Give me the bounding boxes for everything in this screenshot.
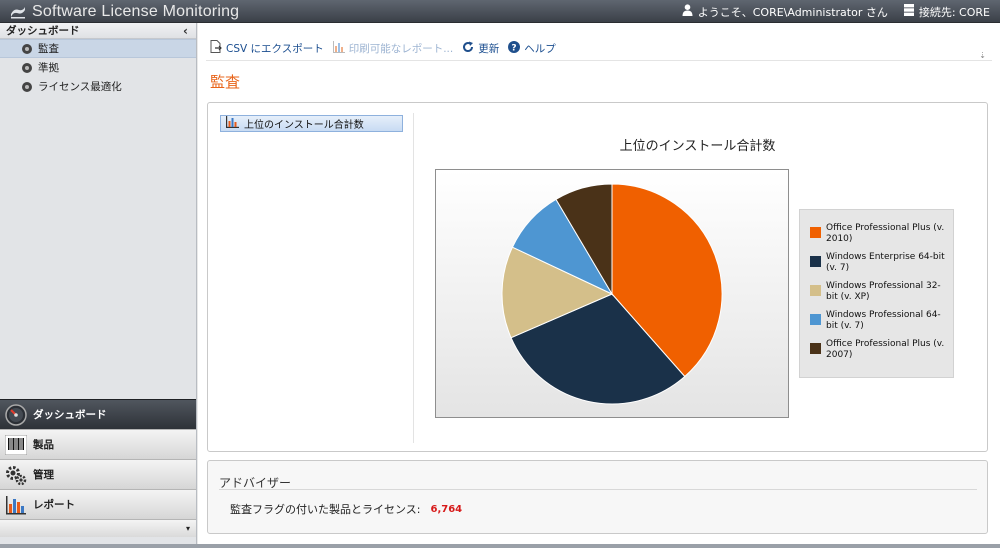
chart-title: 上位のインストール合計数 xyxy=(619,139,776,154)
advisor-value[interactable]: 6,764 xyxy=(431,504,463,515)
legend-swatch xyxy=(810,227,821,238)
module-products[interactable]: 製品 xyxy=(0,429,196,459)
status-bar xyxy=(0,544,1000,548)
gears-icon xyxy=(5,464,27,486)
legend-swatch xyxy=(810,285,821,296)
legend-item: Office Professional Plus (v. 2010) xyxy=(810,223,945,252)
connection-text: 接続先: CORE xyxy=(918,5,990,19)
module-switcher: ダッシュボード 製品 管理 レポート ▾ xyxy=(0,399,196,537)
legend-label: Office Professional Plus (v. 2010) xyxy=(826,223,945,244)
sidebar: ダッシュボード ‹ 監査 準拠 ライセンス最適化 ダッシュボード 製品 管理 レ… xyxy=(0,23,197,548)
chart-list-item[interactable]: 上位のインストール合計数 xyxy=(220,115,403,132)
export-csv-label: CSV にエクスポート xyxy=(226,42,324,55)
sidebar-item-label: 準拠 xyxy=(38,62,59,74)
refresh-label: 更新 xyxy=(478,42,500,55)
chart-panel-divider xyxy=(413,113,414,443)
printable-report-button[interactable]: 印刷可能なレポート... xyxy=(332,40,454,56)
export-document-icon xyxy=(210,40,222,56)
legend-swatch xyxy=(810,314,821,325)
nav-bullet-icon xyxy=(22,81,32,92)
main-content: CSV にエクスポート 印刷可能なレポート... 更新 ? ヘルプ ⇣ 監査 上… xyxy=(198,23,1000,544)
advisor-divider xyxy=(219,489,977,490)
bar-chart-icon xyxy=(5,494,27,516)
user-icon xyxy=(682,4,693,19)
report-chart-icon xyxy=(332,40,345,56)
legend-label: Office Professional Plus (v. 2007) xyxy=(826,339,945,360)
connection-info[interactable]: 接続先: CORE xyxy=(903,4,990,20)
modules-overflow[interactable]: ▾ xyxy=(0,519,196,537)
app-title: Software License Monitoring xyxy=(10,2,239,21)
sidebar-item-compliance[interactable]: 準拠 xyxy=(0,58,196,77)
legend-item: Windows Enterprise 64-bit (v. 7) xyxy=(810,252,945,281)
legend-item: Office Professional Plus (v. 2007) xyxy=(810,339,945,368)
welcome-text: ようこそ、CORE\Administrator さん xyxy=(697,5,888,19)
sidebar-item-license-optimization[interactable]: ライセンス最適化 xyxy=(0,77,196,96)
advisor-panel: アドバイザー 監査フラグの付いた製品とライセンス: 6,764 xyxy=(207,460,988,534)
help-button[interactable]: ? ヘルプ xyxy=(508,40,556,56)
nav-bullet-icon xyxy=(22,43,32,54)
legend-label: Windows Professional 32-bit (v. XP) xyxy=(826,281,941,302)
welcome-user[interactable]: ようこそ、CORE\Administrator さん xyxy=(682,4,888,20)
pie-chart xyxy=(501,183,723,405)
help-label: ヘルプ xyxy=(524,42,556,55)
sidebar-header: ダッシュボード ‹ xyxy=(0,23,196,39)
module-label: ダッシュボード xyxy=(33,409,107,421)
legend-item: Windows Professional 32-bit (v. XP) xyxy=(810,281,945,310)
module-reports[interactable]: レポート xyxy=(0,489,196,519)
printable-report-label: 印刷可能なレポート... xyxy=(348,42,454,55)
legend-swatch xyxy=(810,343,821,354)
refresh-icon xyxy=(462,41,474,56)
server-icon xyxy=(903,4,914,19)
export-csv-button[interactable]: CSV にエクスポート xyxy=(210,40,324,56)
chart-list: 上位のインストール合計数 xyxy=(220,115,403,132)
module-label: 製品 xyxy=(33,439,54,451)
top-bar: Software License Monitoring ようこそ、CORE\Ad… xyxy=(0,0,1000,23)
app-logo-icon xyxy=(10,5,26,19)
module-label: 管理 xyxy=(33,469,54,481)
legend-label: Windows Professional 64-bit (v. 7) xyxy=(826,310,941,331)
nav-bullet-icon xyxy=(22,62,32,73)
sidebar-item-label: 監査 xyxy=(38,43,59,55)
collapse-chevron-icon[interactable]: ‹ xyxy=(183,24,188,38)
refresh-button[interactable]: 更新 xyxy=(462,41,499,56)
svg-text:?: ? xyxy=(512,43,517,53)
app-title-text: Software License Monitoring xyxy=(32,2,240,20)
page-title: 監査 xyxy=(210,73,241,91)
advisor-label: 監査フラグの付いた製品とライセンス: xyxy=(230,503,421,516)
toolbar-scroll-icon[interactable]: ⇣ xyxy=(979,51,986,60)
module-label: レポート xyxy=(33,499,75,511)
chart-panel: 上位のインストール合計数 上位のインストール合計数 Office Profess… xyxy=(207,102,988,452)
toolbar-divider xyxy=(206,60,992,61)
sidebar-item-audit[interactable]: 監査 xyxy=(0,39,196,58)
chart-legend: Office Professional Plus (v. 2010) Window… xyxy=(799,209,954,378)
legend-item: Windows Professional 64-bit (v. 7) xyxy=(810,310,945,339)
sidebar-header-label: ダッシュボード xyxy=(6,25,80,37)
legend-label: Windows Enterprise 64-bit (v. 7) xyxy=(826,252,945,273)
gauge-icon xyxy=(5,403,27,426)
legend-swatch xyxy=(810,256,821,267)
barcode-icon xyxy=(5,434,27,456)
help-icon: ? xyxy=(508,40,521,56)
pie-chart-area xyxy=(435,169,789,418)
module-dashboard[interactable]: ダッシュボード xyxy=(0,399,196,429)
sidebar-item-label: ライセンス最適化 xyxy=(38,81,122,93)
overflow-caret-icon: ▾ xyxy=(185,524,190,533)
chart-list-item-label: 上位のインストール合計数 xyxy=(244,120,364,131)
bar-chart-icon xyxy=(226,116,239,131)
module-administration[interactable]: 管理 xyxy=(0,459,196,489)
advisor-row: 監査フラグの付いた製品とライセンス: 6,764 xyxy=(230,501,462,517)
toolbar: CSV にエクスポート 印刷可能なレポート... 更新 ? ヘルプ xyxy=(210,40,556,56)
